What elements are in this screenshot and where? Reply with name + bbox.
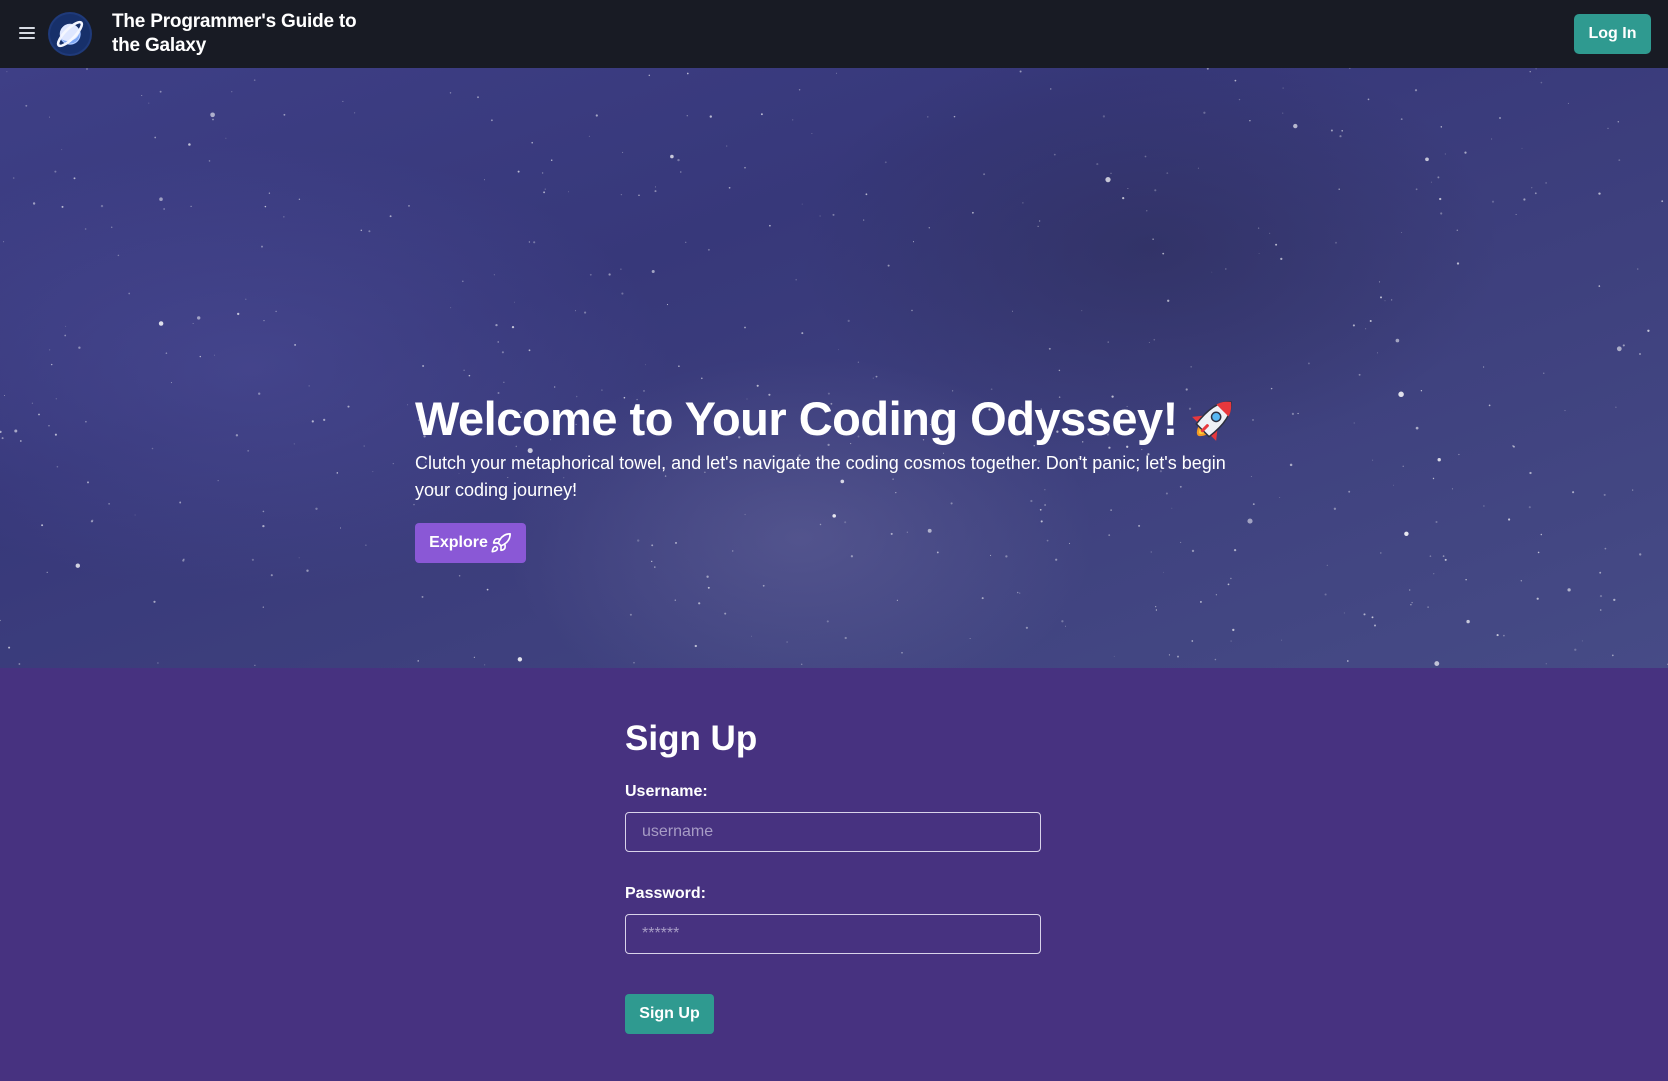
hero-subtitle: Clutch your metaphorical towel, and let'… xyxy=(415,453,1226,500)
username-input[interactable] xyxy=(625,812,1041,852)
hero-content: Welcome to Your Coding Odyssey! Clutch y… xyxy=(415,390,1265,563)
site-title[interactable]: The Programmer's Guide to the Galaxy xyxy=(112,10,362,58)
starfield-background xyxy=(0,68,1668,667)
rocket-icon xyxy=(491,533,511,553)
signup-form: Sign Up Username: Password: Sign Up xyxy=(625,718,1041,1034)
hamburger-menu-icon[interactable] xyxy=(19,27,35,39)
explore-button[interactable]: Explore xyxy=(415,523,526,563)
signup-button[interactable]: Sign Up xyxy=(625,994,714,1034)
username-label: Username: xyxy=(625,783,708,800)
hero-section: Welcome to Your Coding Odyssey! Clutch y… xyxy=(0,68,1668,668)
password-input[interactable] xyxy=(625,914,1041,954)
login-button[interactable]: Log In xyxy=(1574,14,1651,54)
rocket-emoji-icon xyxy=(1191,401,1232,441)
signup-section: Sign Up Username: Password: Sign Up xyxy=(0,668,1668,1081)
hero-heading: Welcome to Your Coding Odyssey! xyxy=(415,390,1265,448)
password-label: Password: xyxy=(625,885,706,902)
top-navbar: The Programmer's Guide to the Galaxy Log… xyxy=(0,0,1668,68)
hero-title: Welcome to Your Coding Odyssey! xyxy=(415,392,1178,445)
signup-title: Sign Up xyxy=(625,719,758,758)
planet-logo-icon[interactable] xyxy=(47,11,93,57)
explore-label: Explore xyxy=(429,534,488,551)
